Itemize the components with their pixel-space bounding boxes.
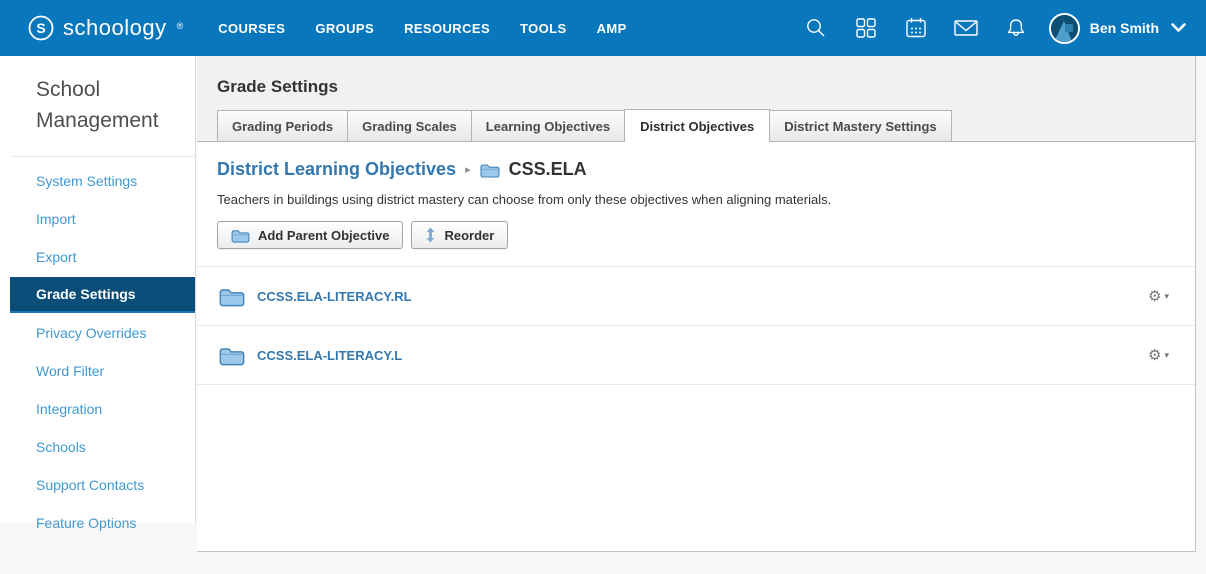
tab-learning-objectives[interactable]: Learning Objectives — [471, 110, 625, 141]
folder-icon[interactable] — [219, 345, 245, 366]
breadcrumb-current: CSS.ELA — [509, 159, 587, 180]
tab-district-objectives[interactable]: District Objectives — [624, 109, 770, 142]
add-parent-objective-label: Add Parent Objective — [258, 228, 389, 243]
account-chevron-glyph — [1171, 23, 1186, 33]
sidebar-menu: System Settings Import Export Grade Sett… — [0, 162, 195, 542]
sidebar-item-word-filter[interactable]: Word Filter — [0, 352, 195, 390]
tab-grading-periods[interactable]: Grading Periods — [217, 110, 348, 141]
calendar-icon[interactable] — [891, 0, 941, 56]
schoology-logo[interactable]: S schoology ® — [0, 15, 183, 41]
reorder-label: Reorder — [444, 228, 494, 243]
avatar-image — [1051, 15, 1078, 42]
nav-item-tools[interactable]: TOOLS — [505, 2, 582, 55]
nav-item-courses[interactable]: COURSES — [203, 2, 300, 55]
apps-grid-icon-glyph — [855, 17, 877, 39]
nav-item-resources[interactable]: RESOURCES — [389, 2, 505, 55]
folder-icon — [231, 228, 250, 243]
sidebar-item-privacy-overrides[interactable]: Privacy Overrides — [0, 314, 195, 352]
folder-icon[interactable] — [219, 286, 245, 307]
breadcrumb-separator-icon: ▸ — [465, 163, 471, 176]
gear-icon: ⚙ — [1148, 289, 1161, 304]
search-icon-glyph — [805, 17, 827, 39]
brand-text: schoology — [63, 15, 167, 41]
svg-text:S: S — [36, 20, 45, 36]
sidebar-title: School Management — [0, 56, 195, 136]
sidebar-item-feature-options[interactable]: Feature Options — [0, 504, 195, 542]
sidebar-item-grade-settings[interactable]: Grade Settings — [10, 277, 195, 313]
nav-item-groups[interactable]: GROUPS — [300, 2, 389, 55]
row-gear-menu[interactable]: ⚙ ▾ — [1148, 348, 1169, 363]
add-parent-objective-button[interactable]: Add Parent Objective — [217, 221, 403, 249]
row-gear-menu[interactable]: ⚙ ▾ — [1148, 289, 1169, 304]
reorder-button[interactable]: Reorder — [411, 221, 508, 249]
search-icon[interactable] — [791, 0, 841, 56]
breadcrumb-folder-icon — [480, 162, 500, 178]
navbar-right: Ben Smith — [791, 0, 1206, 56]
sidebar-item-schools[interactable]: Schools — [0, 428, 195, 466]
objectives-list: CCSS.ELA-LITERACY.RL ⚙ ▾ CCSS.ELA-LITERA… — [197, 266, 1195, 385]
district-mastery-description: Teachers in buildings using district mas… — [217, 192, 1195, 207]
caret-down-icon: ▾ — [1164, 350, 1169, 361]
objective-link-ccss-ela-literacy-l[interactable]: CCSS.ELA-LITERACY.L — [257, 348, 1148, 363]
caret-down-icon: ▾ — [1164, 291, 1169, 302]
gear-icon: ⚙ — [1148, 348, 1161, 363]
notifications-bell-icon[interactable] — [991, 0, 1041, 56]
sidebar-item-integration[interactable]: Integration — [0, 390, 195, 428]
nav-item-amp[interactable]: AMP — [582, 2, 642, 55]
school-management-sidebar: School Management System Settings Import… — [0, 56, 196, 523]
grade-settings-tabs: Grading Periods Grading Scales Learning … — [217, 109, 952, 141]
account-chevron-down-icon[interactable] — [1171, 23, 1190, 33]
sidebar-divider — [12, 156, 195, 157]
user-name[interactable]: Ben Smith — [1090, 20, 1159, 36]
district-objectives-panel: District Learning Objectives ▸ CSS.ELA T… — [197, 142, 1196, 552]
objective-row: CCSS.ELA-LITERACY.L ⚙ ▾ — [197, 326, 1195, 385]
avatar[interactable] — [1049, 13, 1080, 44]
breadcrumb-district-learning-objectives-link[interactable]: District Learning Objectives — [217, 159, 456, 180]
objective-row: CCSS.ELA-LITERACY.RL ⚙ ▾ — [197, 267, 1195, 326]
calendar-icon-glyph — [904, 16, 928, 40]
messages-icon-glyph — [953, 17, 979, 39]
sidebar-item-support-contacts[interactable]: Support Contacts — [0, 466, 195, 504]
objective-link-ccss-ela-literacy-rl[interactable]: CCSS.ELA-LITERACY.RL — [257, 289, 1148, 304]
page-title: Grade Settings — [197, 56, 1195, 97]
sidebar-item-import[interactable]: Import — [0, 200, 195, 238]
main-navigation: COURSES GROUPS RESOURCES TOOLS AMP — [203, 2, 641, 55]
notifications-bell-icon-glyph — [1004, 16, 1028, 40]
schoology-s-icon: S — [28, 15, 54, 41]
top-navbar: S schoology ® COURSES GROUPS RESOURCES T… — [0, 0, 1206, 56]
tab-district-mastery-settings[interactable]: District Mastery Settings — [769, 110, 951, 141]
brand-registered-mark: ® — [177, 21, 184, 31]
sidebar-item-system-settings[interactable]: System Settings — [0, 162, 195, 200]
breadcrumb: District Learning Objectives ▸ CSS.ELA — [217, 159, 1195, 180]
sidebar-item-export[interactable]: Export — [0, 238, 195, 276]
apps-grid-icon[interactable] — [841, 0, 891, 56]
messages-icon[interactable] — [941, 0, 991, 56]
reorder-arrows-icon — [425, 227, 436, 243]
grade-settings-header: Grade Settings Grading Periods Grading S… — [197, 56, 1196, 142]
action-buttons: Add Parent Objective Reorder — [217, 221, 1195, 249]
tab-grading-scales[interactable]: Grading Scales — [347, 110, 472, 141]
